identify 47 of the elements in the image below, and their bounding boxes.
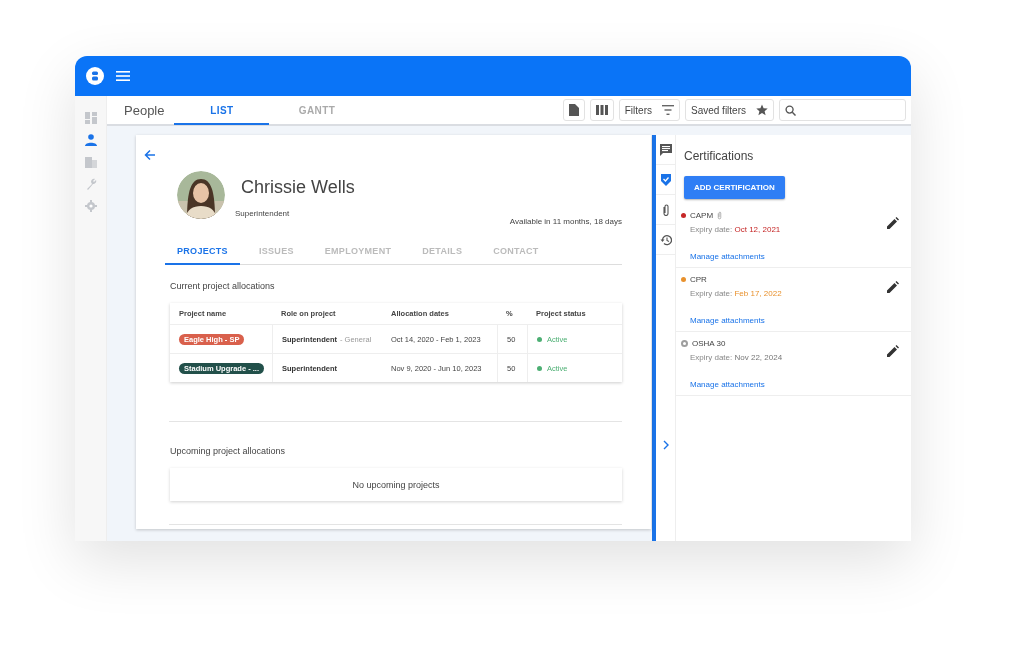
view-tab[interactable]: GANTT <box>269 97 365 125</box>
view-tab[interactable]: LIST <box>174 97 270 125</box>
availability-text: Available in 11 months, 18 days <box>509 216 622 226</box>
star-icon <box>756 104 768 116</box>
certification-name: CPR <box>690 275 707 284</box>
chevron-right-icon[interactable] <box>661 440 670 450</box>
comment-icon[interactable] <box>659 143 672 156</box>
back-arrow-icon[interactable] <box>144 149 156 161</box>
expiry-label: Expiry date: <box>690 353 733 362</box>
search-field[interactable] <box>779 99 906 121</box>
manage-attachments-link[interactable]: Manage attachments <box>690 252 765 261</box>
saved-filters-button[interactable]: Saved filters <box>684 99 774 121</box>
certification-name: CAPM <box>690 211 714 220</box>
section-heading: Upcoming project allocations <box>170 446 287 456</box>
expiry-date: Feb 17, 2022 <box>734 289 782 298</box>
page-title: People <box>123 102 166 118</box>
edit-icon[interactable] <box>887 217 899 229</box>
status-dot-icon <box>537 336 542 342</box>
search-icon <box>785 104 796 116</box>
logo-icon[interactable] <box>86 67 104 85</box>
document-button[interactable] <box>562 99 585 121</box>
section-heading: Current project allocations <box>170 281 276 291</box>
job-title: Superintendent <box>235 209 291 218</box>
expiry-date: Oct 12, 2021 <box>734 225 781 234</box>
person-icon[interactable] <box>84 134 97 146</box>
manage-attachments-link[interactable]: Manage attachments <box>690 316 765 325</box>
person-name: Chrissie Wells <box>241 177 355 198</box>
edit-icon[interactable] <box>887 281 899 293</box>
expiry-date: Nov 22, 2024 <box>734 353 783 362</box>
panel-title: Certifications <box>684 149 755 163</box>
manage-attachments-link[interactable]: Manage attachments <box>690 380 765 389</box>
empty-message: No upcoming projects <box>352 479 440 490</box>
status-dot-icon <box>537 365 542 371</box>
certification-name: OSHA 30 <box>692 339 726 348</box>
document-icon <box>568 104 579 116</box>
history-icon[interactable] <box>659 233 672 246</box>
shield-icon[interactable] <box>659 173 672 186</box>
filter-icon <box>661 105 674 115</box>
columns-icon <box>595 105 608 115</box>
expiry-label: Expiry date: <box>690 225 733 234</box>
profile-tab[interactable]: PROJECTS <box>165 240 240 265</box>
add-certification-button[interactable]: ADD CERTIFICATION <box>684 176 785 199</box>
edit-icon[interactable] <box>887 345 899 357</box>
menu-icon[interactable] <box>116 70 130 82</box>
columns-button[interactable] <box>589 99 614 121</box>
expiry-label: Expiry date: <box>690 289 733 298</box>
filters-button[interactable]: Filters <box>618 99 680 121</box>
